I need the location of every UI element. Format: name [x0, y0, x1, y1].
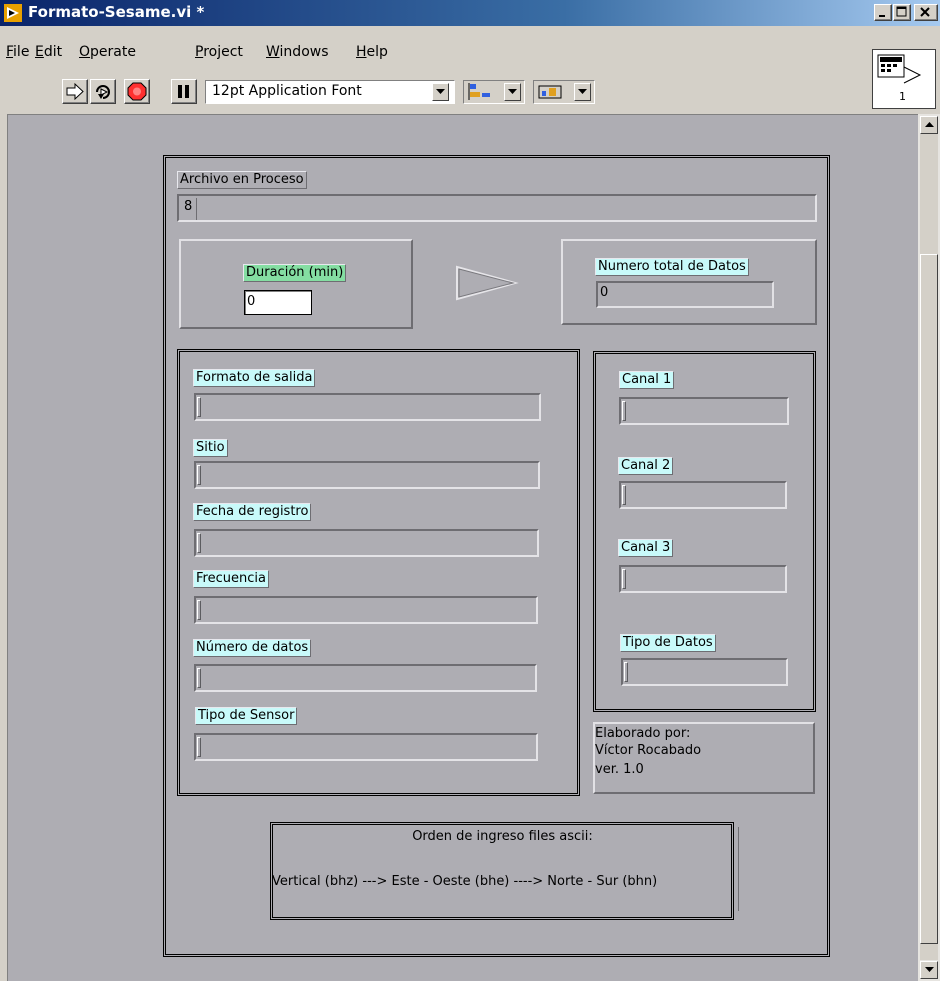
menu-windows[interactable]: Windows — [266, 44, 329, 60]
archivo-en-proceso-path[interactable]: 8 — [177, 194, 817, 222]
field-stub — [624, 662, 628, 682]
chevron-down-icon — [436, 89, 445, 94]
scroll-up-button[interactable] — [920, 116, 938, 134]
canal-2-label: Canal 2 — [618, 457, 674, 475]
canal-3-field[interactable] — [619, 565, 787, 593]
duracion-decoration — [179, 239, 413, 329]
fecha-registro-field[interactable] — [194, 529, 539, 557]
formato-salida-field[interactable] — [194, 393, 541, 421]
run-continuously-button[interactable] — [90, 79, 116, 104]
maximize-icon — [896, 6, 907, 17]
field-stub — [197, 533, 201, 553]
field-stub — [197, 600, 201, 620]
sitio-label: Sitio — [193, 439, 228, 457]
run-arrow-icon — [66, 82, 84, 101]
flow-arrow-icon — [456, 265, 519, 301]
numero-datos-label: Número de datos — [193, 639, 312, 657]
field-stub — [622, 569, 626, 589]
menu-operate[interactable]: Operate — [79, 44, 136, 60]
chevron-down-icon — [578, 89, 587, 94]
vi-icon-pane[interactable]: 1 — [872, 49, 936, 109]
total-datos-label: Numero total de Datos — [595, 258, 749, 276]
path-glyph: 8 — [184, 199, 193, 214]
credits-line-2: Víctor Rocabado — [595, 743, 702, 758]
pause-icon — [178, 85, 189, 98]
window-title-bar[interactable]: Formato-Sesame.vi * — [0, 0, 940, 26]
order-note-sequence: Vertical (bhz) ---> Este - Oeste (bhe) -… — [272, 874, 658, 889]
tipo-sensor-label: Tipo de Sensor — [195, 707, 298, 725]
run-continuously-icon — [96, 85, 110, 99]
total-datos-value: 0 — [600, 285, 609, 300]
chevron-down-icon — [925, 967, 934, 972]
vi-front-panel-icon — [877, 54, 922, 84]
field-stub — [622, 401, 626, 421]
formato-salida-label: Formato de salida — [193, 369, 316, 387]
distribute-dropdown-arrow[interactable] — [574, 83, 591, 101]
minimize-icon — [879, 15, 885, 17]
field-stub — [197, 397, 201, 417]
archivo-en-proceso-label: Archivo en Proceso — [177, 171, 307, 189]
align-objects-dropdown[interactable] — [463, 80, 525, 104]
order-note-title: Orden de ingreso files ascii: — [412, 829, 593, 844]
duracion-label: Duración (min) — [243, 264, 347, 282]
distribute-objects-icon — [538, 85, 562, 99]
chevron-down-icon — [508, 89, 517, 94]
connector-pane-number: 1 — [899, 90, 906, 103]
canal-2-field[interactable] — [619, 481, 787, 509]
fecha-registro-label: Fecha de registro — [193, 503, 312, 521]
total-datos-indicator: 0 — [596, 281, 774, 308]
pause-button[interactable] — [171, 79, 197, 104]
field-stub — [197, 465, 201, 485]
align-objects-icon — [468, 83, 490, 100]
front-panel[interactable]: Archivo en Proceso 8 Duración (min) 0 Nu… — [7, 114, 918, 981]
labview-vi-icon[interactable] — [4, 4, 22, 22]
close-icon — [920, 7, 930, 17]
text-settings-dropdown[interactable]: 12pt Application Font — [205, 80, 455, 104]
chevron-up-icon — [925, 122, 934, 127]
vertical-scrollbar[interactable] — [918, 114, 940, 981]
distribute-objects-dropdown[interactable] — [533, 80, 595, 104]
field-stub — [197, 737, 201, 757]
scroll-thumb[interactable] — [920, 254, 938, 944]
credits-line-1: Elaborado por: — [595, 726, 691, 741]
frecuencia-label: Frecuencia — [193, 570, 269, 588]
tipo-datos-field[interactable] — [621, 658, 788, 686]
window-title: Formato-Sesame.vi * — [28, 3, 205, 21]
close-button[interactable] — [914, 4, 938, 21]
menu-bar: File Edit Operate Project Windows Help — [0, 44, 940, 64]
maximize-button[interactable] — [893, 4, 911, 21]
font-selector-value: 12pt Application Font — [212, 83, 362, 99]
canal-1-field[interactable] — [619, 397, 789, 425]
sitio-field[interactable] — [194, 461, 540, 489]
minimize-button[interactable] — [874, 4, 892, 21]
run-button[interactable] — [62, 79, 88, 104]
menu-file[interactable]: File — [6, 44, 29, 60]
canal-3-label: Canal 3 — [618, 539, 674, 557]
credits-line-3: ver. 1.0 — [595, 762, 644, 777]
menu-edit[interactable]: Edit — [35, 44, 62, 60]
frecuencia-field[interactable] — [194, 596, 538, 624]
tipo-datos-label: Tipo de Datos — [620, 634, 716, 652]
scroll-down-button[interactable] — [920, 961, 938, 979]
numero-datos-field[interactable] — [194, 664, 537, 692]
field-stub — [197, 668, 201, 688]
font-dropdown-arrow[interactable] — [432, 83, 449, 101]
field-stub — [622, 485, 626, 505]
order-note-edge — [734, 827, 739, 911]
tipo-sensor-field[interactable] — [194, 733, 538, 761]
stop-icon — [127, 82, 147, 101]
menu-project[interactable]: Project — [195, 44, 243, 60]
duracion-numeric-input[interactable]: 0 — [244, 290, 312, 315]
duracion-value: 0 — [247, 294, 256, 309]
canal-1-label: Canal 1 — [619, 371, 675, 389]
abort-button[interactable] — [124, 79, 150, 104]
align-dropdown-arrow[interactable] — [504, 83, 521, 101]
menu-help[interactable]: Help — [356, 44, 388, 60]
browse-path-button[interactable]: 8 — [181, 198, 197, 220]
